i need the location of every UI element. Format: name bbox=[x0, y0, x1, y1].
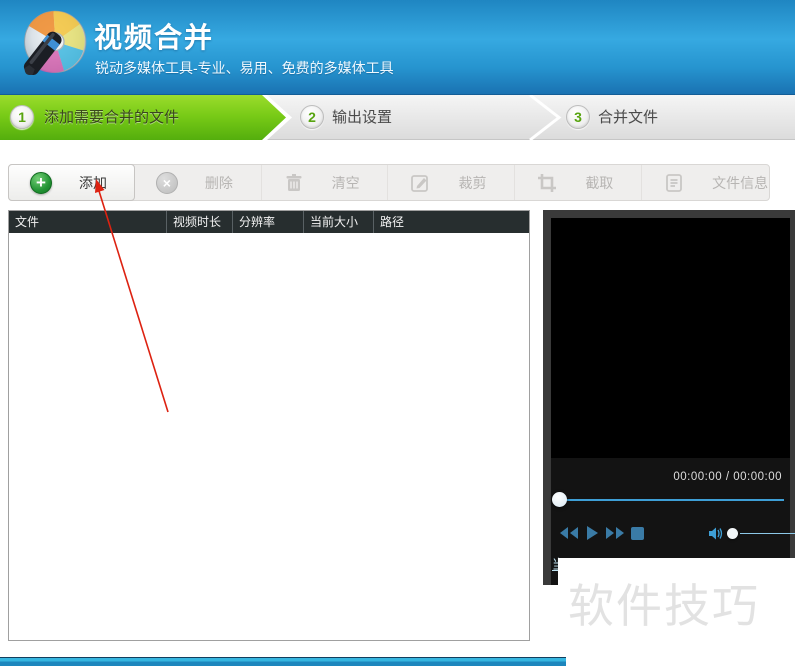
wizard-step-bar: 1 添加需要合并的文件 2 输出设置 3 合并文件 bbox=[0, 95, 795, 140]
volume-track[interactable] bbox=[740, 532, 795, 534]
file-toolbar: + 添加 × 删除 清空 裁剪 截取 文件信息 bbox=[8, 164, 770, 201]
app-subtitle: 锐动多媒体工具-专业、易用、免费的多媒体工具 bbox=[95, 60, 394, 76]
chevron-separator-icon bbox=[529, 95, 562, 140]
seek-thumb[interactable] bbox=[552, 492, 567, 507]
add-button[interactable]: + 添加 bbox=[8, 164, 135, 201]
app-header: 视频合并 锐动多媒体工具-专业、易用、免费的多媒体工具 bbox=[0, 0, 795, 95]
play-button[interactable] bbox=[585, 525, 599, 541]
step3-label[interactable]: 合并文件 bbox=[598, 95, 658, 140]
capture-button-label: 截取 bbox=[585, 174, 614, 191]
step1-number-badge: 1 bbox=[10, 105, 34, 129]
clear-button[interactable]: 清空 bbox=[262, 165, 389, 200]
rewind-button[interactable] bbox=[559, 525, 579, 541]
video-merge-window: 视频合并 锐动多媒体工具-专业、易用、免费的多媒体工具 1 添加需要合并的文件 … bbox=[0, 0, 795, 666]
seek-bar[interactable] bbox=[551, 492, 790, 508]
file-info-icon bbox=[662, 171, 686, 195]
crop-icon bbox=[535, 171, 559, 195]
trash-icon bbox=[282, 171, 306, 195]
trim-button-label: 裁剪 bbox=[458, 174, 487, 191]
file-list-header-row: 文件 视频时长 分辨率 当前大小 路径 bbox=[9, 211, 529, 233]
column-header-size[interactable]: 当前大小 bbox=[304, 211, 374, 233]
volume-control bbox=[708, 526, 795, 541]
watermark-overlay: 软件技巧 bbox=[558, 558, 795, 652]
seek-track[interactable] bbox=[559, 499, 784, 501]
playback-controls bbox=[551, 523, 795, 543]
video-screen bbox=[551, 218, 790, 458]
column-header-duration[interactable]: 视频时长 bbox=[167, 211, 233, 233]
app-logo-disc-microphone-icon bbox=[23, 10, 87, 76]
time-display: 00:00:00 / 00:00:00 bbox=[673, 471, 782, 483]
column-header-path[interactable]: 路径 bbox=[374, 211, 529, 233]
add-plus-icon: + bbox=[29, 171, 53, 195]
stop-button[interactable] bbox=[631, 526, 644, 540]
trim-button[interactable]: 裁剪 bbox=[388, 165, 516, 200]
watermark-text: 软件技巧 bbox=[568, 580, 760, 632]
step3-number-badge: 3 bbox=[566, 105, 590, 129]
column-header-resolution[interactable]: 分辨率 bbox=[233, 211, 304, 233]
bottom-status-bar-edge bbox=[0, 657, 566, 666]
volume-thumb[interactable] bbox=[727, 527, 738, 539]
column-header-file[interactable]: 文件 bbox=[9, 211, 167, 233]
app-title: 视频合并 bbox=[94, 22, 215, 53]
add-button-label: 添加 bbox=[79, 174, 107, 191]
capture-button[interactable]: 截取 bbox=[515, 165, 643, 200]
clear-button-label: 清空 bbox=[331, 174, 360, 191]
file-info-button[interactable]: 文件信息 bbox=[642, 165, 769, 200]
delete-button-label: 删除 bbox=[204, 174, 233, 191]
step2-label[interactable]: 输出设置 bbox=[332, 95, 392, 140]
file-list-table[interactable]: 文件 视频时长 分辨率 当前大小 路径 bbox=[8, 210, 530, 641]
fast-forward-button[interactable] bbox=[605, 525, 625, 541]
delete-button[interactable]: × 删除 bbox=[135, 165, 262, 200]
speaker-icon[interactable] bbox=[708, 526, 725, 541]
edit-pencil-icon bbox=[408, 171, 432, 195]
step1-label: 添加需要合并的文件 bbox=[44, 109, 180, 126]
file-info-button-label: 文件信息 bbox=[712, 174, 769, 191]
step2-number-badge: 2 bbox=[300, 105, 324, 129]
video-preview-panel: 00:00:00 / 00:00:00 bbox=[543, 210, 795, 585]
delete-x-icon: × bbox=[155, 171, 179, 195]
